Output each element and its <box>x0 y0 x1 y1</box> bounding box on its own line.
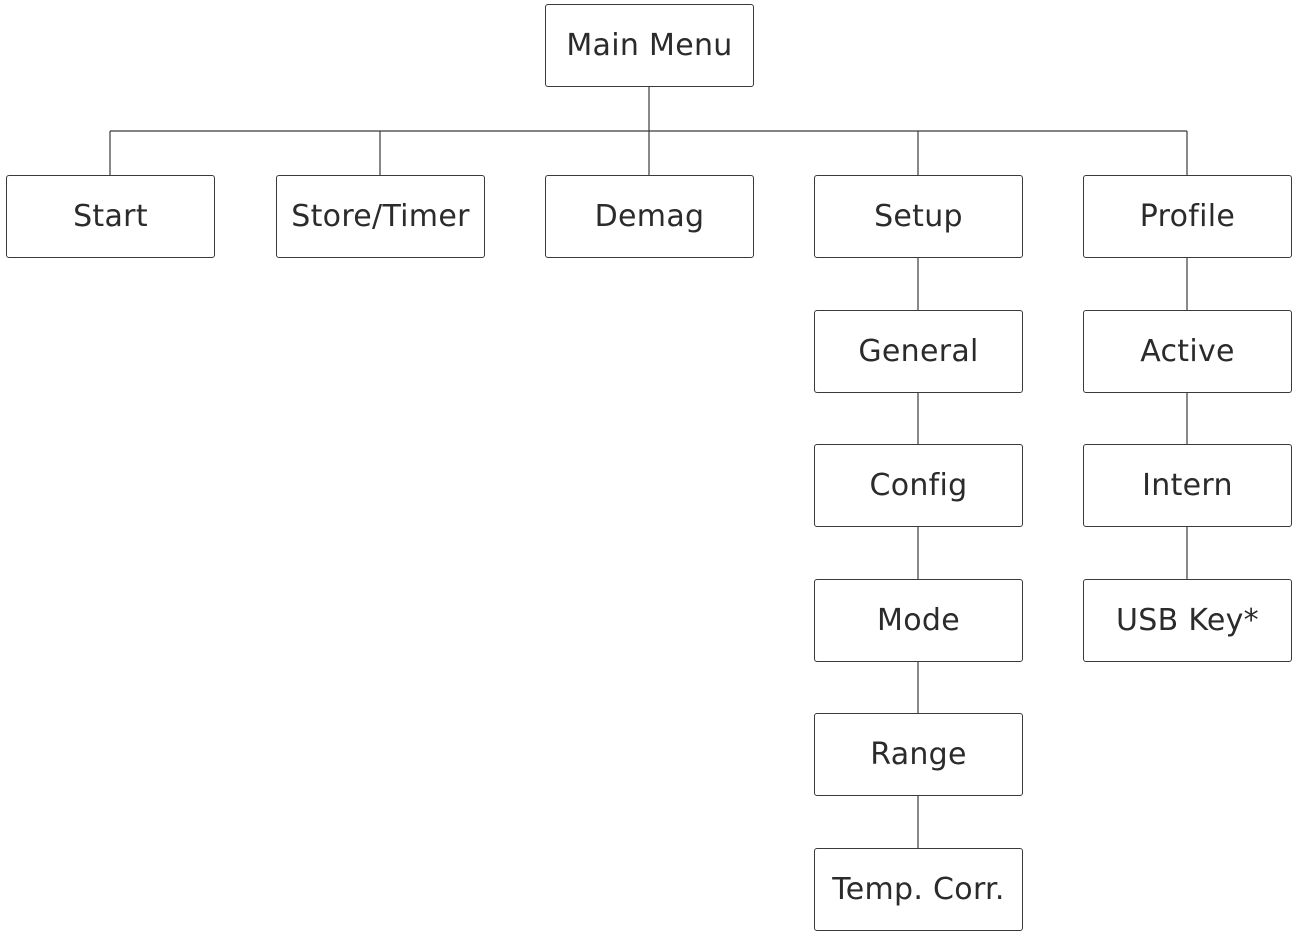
node-start-label: Start <box>73 199 148 234</box>
node-store-timer[interactable]: Store/Timer <box>276 175 485 258</box>
node-mode-label: Mode <box>877 603 960 638</box>
node-intern[interactable]: Intern <box>1083 444 1292 527</box>
node-usb-key-label: USB Key* <box>1116 603 1259 638</box>
node-setup-label: Setup <box>874 199 963 234</box>
node-setup[interactable]: Setup <box>814 175 1023 258</box>
node-profile-label: Profile <box>1139 199 1236 234</box>
node-temp-corr-label: Temp. Corr. <box>832 872 1005 907</box>
menu-tree-diagram: Main Menu Start Store/Timer Demag Setup … <box>0 0 1296 931</box>
node-profile[interactable]: Profile <box>1083 175 1292 258</box>
node-demag[interactable]: Demag <box>545 175 754 258</box>
node-general[interactable]: General <box>814 310 1023 393</box>
node-temp-corr[interactable]: Temp. Corr. <box>814 848 1023 931</box>
node-start[interactable]: Start <box>6 175 215 258</box>
node-active-label: Active <box>1140 334 1235 369</box>
node-main-menu-label: Main Menu <box>566 28 733 63</box>
node-store-timer-label: Store/Timer <box>291 199 470 234</box>
node-demag-label: Demag <box>594 199 705 234</box>
node-usb-key[interactable]: USB Key* <box>1083 579 1292 662</box>
node-general-label: General <box>858 334 979 369</box>
node-mode[interactable]: Mode <box>814 579 1023 662</box>
node-range[interactable]: Range <box>814 713 1023 796</box>
node-main-menu[interactable]: Main Menu <box>545 4 754 87</box>
node-range-label: Range <box>870 737 967 772</box>
node-config-label: Config <box>869 468 968 503</box>
node-config[interactable]: Config <box>814 444 1023 527</box>
node-intern-label: Intern <box>1142 468 1233 503</box>
node-active[interactable]: Active <box>1083 310 1292 393</box>
